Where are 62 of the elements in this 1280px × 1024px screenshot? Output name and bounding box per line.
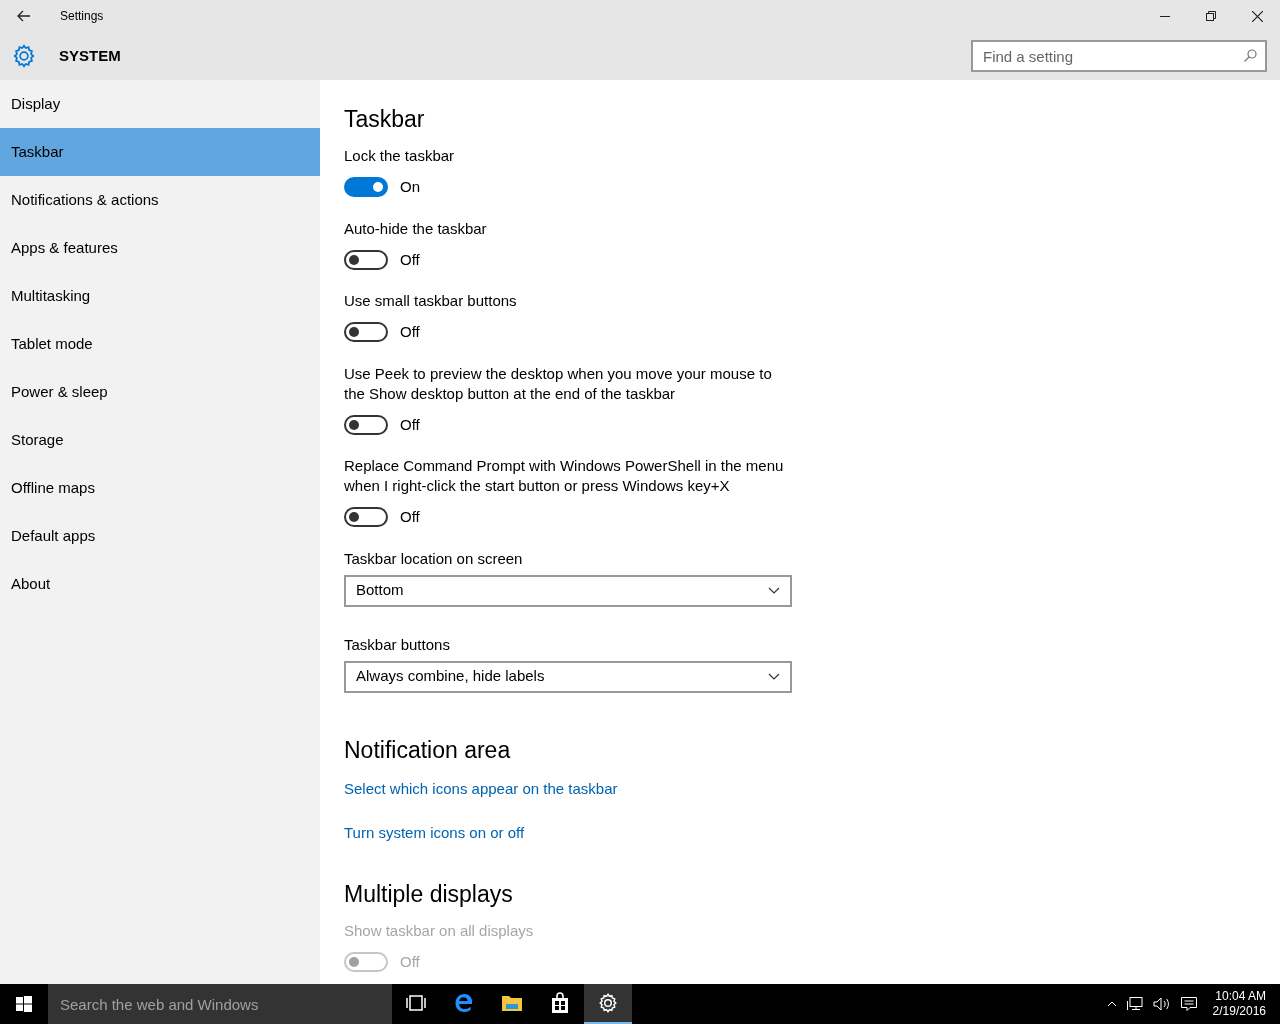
sidebar-item[interactable]: About: [0, 560, 320, 608]
settings-link[interactable]: Select which icons appear on the taskbar: [344, 779, 618, 797]
chevron-down-icon: [768, 586, 780, 595]
toggle-state: Off: [400, 322, 420, 342]
sidebar-item[interactable]: Notifications & actions: [0, 176, 320, 224]
taskbar-search-field[interactable]: Search the web and Windows: [48, 984, 392, 1024]
setting-label: Show taskbar on all displays: [344, 920, 535, 941]
setting-label: Taskbar location on screen: [344, 548, 524, 569]
chevron-up-icon: [1106, 1001, 1117, 1007]
toggle-switch[interactable]: [344, 177, 388, 198]
page-title: SYSTEM: [59, 45, 121, 66]
restore-icon: [1206, 11, 1216, 21]
toggle-state: On: [400, 177, 420, 197]
taskbar-app-button[interactable]: [584, 984, 632, 1024]
gear-icon: [597, 992, 619, 1014]
toggle-switch[interactable]: [344, 414, 388, 435]
sidebar-item[interactable]: Power & sleep: [0, 368, 320, 416]
sidebar-item[interactable]: Storage: [0, 416, 320, 464]
section-heading: Multiple displays: [344, 879, 514, 909]
gear-icon: [11, 43, 37, 69]
toggle-state: Off: [400, 507, 420, 527]
sidebar-item[interactable]: Display: [0, 80, 320, 128]
sidebar-item[interactable]: Offline maps: [0, 464, 320, 512]
browser-e-icon: [453, 992, 475, 1014]
minimize-icon: [1160, 15, 1170, 17]
sidebar-item[interactable]: Apps & features: [0, 224, 320, 272]
setting-label: Replace Command Prompt with Windows PowerShell in the menu when I right-click the start button or press Windows key+X: [344, 456, 784, 496]
dropdown[interactable]: Always combine, hide labels: [344, 660, 792, 693]
speaker-icon: [1152, 997, 1171, 1011]
clock-time: 10:04 AM: [1215, 989, 1266, 1004]
clock-date: 2/19/2016: [1212, 1004, 1266, 1019]
close-icon: [1251, 10, 1263, 22]
toggle-state: Off: [400, 249, 420, 270]
back-arrow-icon: [17, 10, 31, 22]
search-icon: [1244, 49, 1257, 62]
setting-label: Auto-hide the taskbar: [344, 218, 488, 239]
folder-icon: [501, 993, 523, 1013]
setting-label: Use small taskbar buttons: [344, 291, 518, 311]
windows-logo-icon: [16, 996, 32, 1012]
sidebar-item[interactable]: Tablet mode: [0, 320, 320, 368]
shopping-bag-icon: [550, 992, 570, 1014]
window-title: Settings: [60, 8, 104, 25]
monitor-icon: [1126, 997, 1143, 1011]
toggle-state: Off: [400, 414, 420, 435]
toggle-switch[interactable]: [344, 249, 388, 270]
setting-label: Taskbar buttons: [344, 634, 451, 655]
message-icon: [1180, 996, 1197, 1012]
toggle-state: Off: [400, 951, 420, 972]
sidebar-item[interactable]: Multitasking: [0, 272, 320, 320]
setting-label: Use Peek to preview the desktop when you move your mouse to the Show desktop button at the end of the taskbar: [344, 363, 773, 404]
section-heading: Notification area: [344, 735, 512, 765]
setting-label: Lock the taskbar: [344, 146, 456, 166]
search-field[interactable]: Find a setting: [971, 40, 1267, 72]
settings-link[interactable]: Turn system icons on or off: [344, 823, 525, 841]
dropdown[interactable]: Bottom: [344, 574, 792, 607]
toggle-switch[interactable]: [344, 322, 388, 343]
toggle-switch[interactable]: [344, 507, 388, 528]
chevron-down-icon: [768, 672, 780, 681]
sidebar-item[interactable]: Default apps: [0, 512, 320, 560]
section-heading: Taskbar: [344, 105, 426, 134]
sidebar-item[interactable]: Taskbar: [0, 128, 320, 176]
task-view-icon: [405, 995, 427, 1011]
